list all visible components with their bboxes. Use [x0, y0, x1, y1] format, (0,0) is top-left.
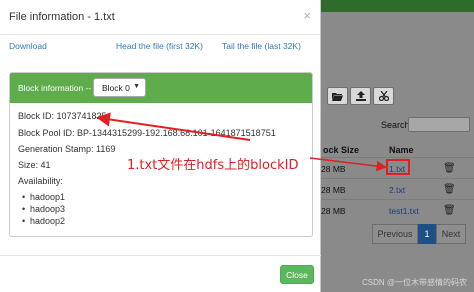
pagination-current[interactable]: 1	[418, 224, 436, 244]
annotation-highlight-box	[386, 159, 410, 175]
row-2-name-link[interactable]: 2.txt	[389, 185, 405, 195]
trash-icon[interactable]: 🗑	[443, 205, 456, 216]
block-select-value: Block 0	[102, 82, 130, 93]
pagination-next[interactable]: Next	[436, 224, 466, 244]
folder-open-icon[interactable]	[327, 87, 348, 105]
modal-footer: Close	[0, 255, 321, 292]
availability-item: hadoop1	[22, 192, 65, 202]
availability-label: Availability:	[18, 176, 63, 186]
block-pool-id: Block Pool ID: BP-1344315299-192.168.68.…	[18, 128, 276, 138]
modal-title: File information - 1.txt	[9, 11, 115, 23]
block-size: Size: 41	[18, 160, 51, 170]
navbar	[320, 0, 474, 12]
availability-item: hadoop2	[22, 216, 65, 226]
trash-icon[interactable]: 🗑	[443, 163, 456, 174]
row-3-name-link[interactable]: test1.txt	[389, 206, 419, 216]
block-select[interactable]: Block 0 ▼	[93, 78, 146, 97]
close-button[interactable]: Close	[280, 265, 314, 284]
file-links: Download Head the file (first 32K) Tail …	[0, 35, 320, 69]
file-information-modal: File information - 1.txt × Download Head…	[0, 0, 321, 292]
upload-icon[interactable]	[350, 87, 371, 105]
search-input[interactable]	[408, 117, 470, 132]
row-3-size: 28 MB	[321, 206, 346, 216]
download-link[interactable]: Download	[9, 41, 47, 51]
row-2-size: 28 MB	[321, 185, 346, 195]
generation-stamp: Generation Stamp: 1169	[18, 144, 116, 154]
modal-header: File information - 1.txt ×	[0, 0, 320, 35]
tail-file-link[interactable]: Tail the file (last 32K)	[222, 41, 301, 51]
block-id: Block ID: 1073741825	[18, 111, 107, 121]
pagination-previous[interactable]: Previous	[372, 224, 418, 244]
chevron-down-icon: ▼	[133, 83, 140, 90]
close-icon[interactable]: ×	[303, 9, 311, 22]
column-header-block-size[interactable]: ock Size	[323, 145, 359, 155]
cut-icon[interactable]	[373, 87, 394, 105]
block-information-label: Block information --	[18, 83, 92, 93]
column-header-name[interactable]: Name	[389, 145, 414, 155]
trash-icon[interactable]: 🗑	[443, 184, 456, 195]
head-file-link[interactable]: Head the file (first 32K)	[116, 41, 203, 51]
watermark: CSDN @一位木带感情的码农	[362, 278, 468, 287]
annotation-text: 1.txt文件在hdfs上的blockID	[127, 158, 299, 173]
panel-heading: Block information -- Block 0 ▼	[10, 73, 312, 103]
availability-item: hadoop3	[22, 204, 65, 214]
row-1-size: 28 MB	[321, 164, 346, 174]
